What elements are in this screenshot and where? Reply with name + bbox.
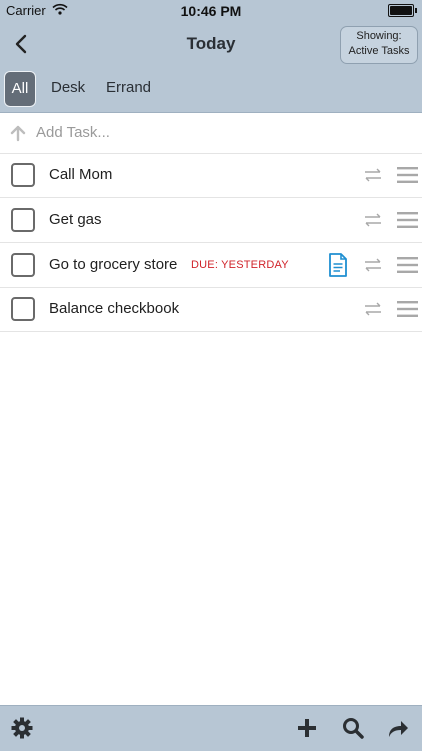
drag-handle-icon[interactable] (397, 256, 418, 274)
plus-icon[interactable] (295, 716, 319, 740)
swap-icon[interactable] (362, 166, 384, 184)
drag-handle-icon[interactable] (397, 166, 418, 184)
swap-icon[interactable] (362, 256, 384, 274)
task-label: Get gas (49, 211, 102, 228)
add-task-input[interactable] (36, 121, 406, 143)
search-icon[interactable] (341, 716, 365, 740)
tab-desk[interactable]: Desk (51, 71, 85, 105)
arrow-up-icon (10, 125, 26, 142)
share-icon[interactable] (386, 716, 410, 740)
task-checkbox[interactable] (11, 163, 35, 187)
gear-icon[interactable] (10, 716, 34, 740)
add-task-row (0, 112, 422, 154)
task-row[interactable]: Call Mom (0, 153, 422, 198)
swap-icon[interactable] (362, 211, 384, 229)
task-label: Call Mom (49, 166, 113, 183)
task-row[interactable]: Go to grocery store DUE: YESTERDAY (0, 243, 422, 288)
battery-icon (388, 4, 417, 17)
task-label: Balance checkbook (49, 300, 180, 317)
task-label: Go to grocery store (49, 256, 178, 273)
showing-label: Showing: (356, 30, 402, 42)
task-checkbox[interactable] (11, 297, 35, 321)
swap-icon[interactable] (362, 300, 384, 318)
clock: 10:46 PM (180, 3, 242, 19)
drag-handle-icon[interactable] (397, 300, 418, 318)
header: Carrier 10:46 PM Today Showing: Active T… (0, 0, 422, 113)
task-checkbox[interactable] (11, 208, 35, 232)
showing-value: Active Tasks (348, 45, 410, 57)
showing-filter-button[interactable]: Showing: Active Tasks (340, 26, 418, 64)
due-label: DUE: YESTERDAY (191, 259, 289, 271)
task-row[interactable]: Balance checkbook (0, 287, 422, 332)
task-row[interactable]: Get gas (0, 198, 422, 243)
drag-handle-icon[interactable] (397, 211, 418, 229)
status-bar: Carrier 10:46 PM (0, 0, 422, 22)
tab-errand[interactable]: Errand (106, 71, 151, 105)
note-icon[interactable] (328, 253, 348, 277)
tab-all[interactable]: All (4, 71, 36, 107)
task-checkbox[interactable] (11, 253, 35, 277)
bottom-toolbar (0, 705, 422, 751)
